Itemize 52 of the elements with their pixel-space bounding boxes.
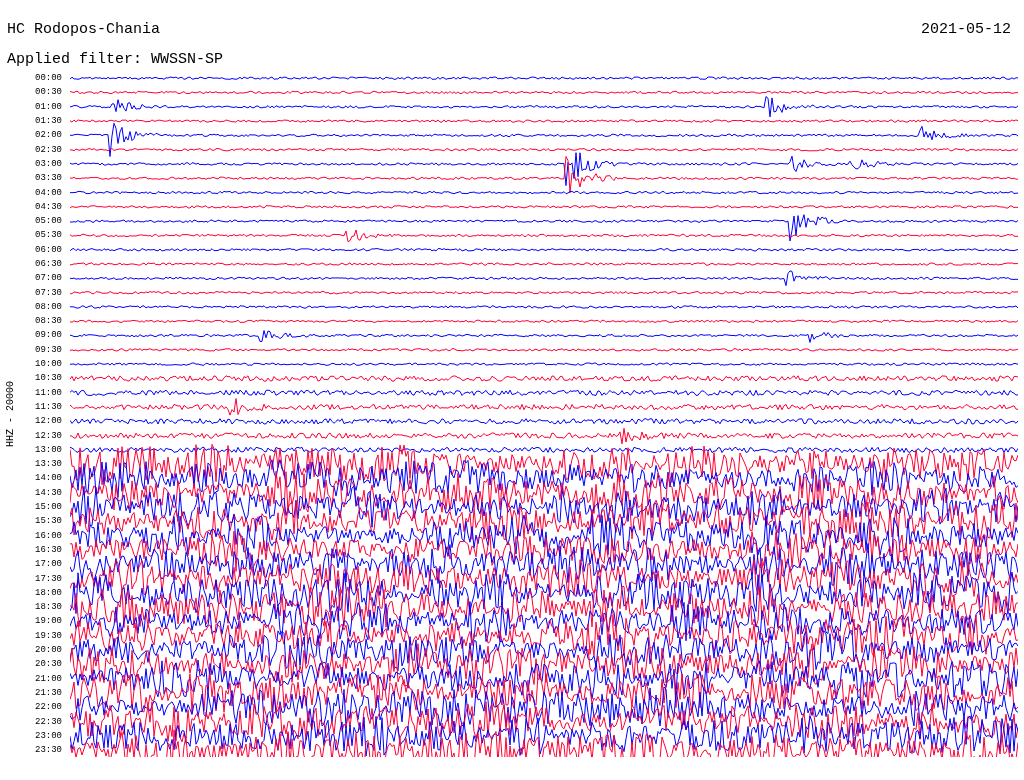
time-label: 19:00 [35, 616, 62, 627]
time-label: 12:30 [35, 430, 62, 441]
time-label: 13:30 [35, 459, 62, 470]
time-label: 04:00 [35, 187, 62, 198]
time-label: 16:00 [35, 530, 62, 541]
time-label: 23:00 [35, 730, 62, 741]
time-label: 15:30 [35, 516, 62, 527]
station-title: HC Rodopos-Chania [7, 20, 161, 40]
time-label: 18:00 [35, 587, 62, 598]
time-label: 11:00 [35, 387, 62, 398]
time-label: 06:00 [35, 244, 62, 255]
time-label: 10:30 [35, 373, 62, 384]
time-label: 23:30 [35, 745, 62, 756]
time-label: 00:00 [35, 73, 62, 84]
time-label: 01:30 [35, 116, 62, 127]
time-label: 14:00 [35, 473, 62, 484]
time-label: 08:00 [35, 301, 62, 312]
time-label: 02:30 [35, 144, 62, 155]
time-label: 22:00 [35, 702, 62, 713]
time-label: 02:00 [35, 130, 62, 141]
time-label: 21:00 [35, 673, 62, 684]
time-label: 08:30 [35, 316, 62, 327]
time-label: 18:30 [35, 602, 62, 613]
time-label: 07:00 [35, 273, 62, 284]
time-label: 17:00 [35, 559, 62, 570]
time-label: 05:00 [35, 216, 62, 227]
time-label: 09:00 [35, 330, 62, 341]
filter-label: Applied filter: WWSSN-SP [7, 51, 224, 68]
time-label: 20:30 [35, 659, 62, 670]
time-label: 03:30 [35, 173, 62, 184]
time-label: 10:00 [35, 359, 62, 370]
time-label: 13:00 [35, 444, 62, 455]
time-label: 22:30 [35, 716, 62, 727]
time-label: 15:00 [35, 502, 62, 513]
time-label: 11:30 [35, 401, 62, 412]
time-label: 03:00 [35, 158, 62, 169]
time-label: 00:30 [35, 87, 62, 98]
time-label: 04:30 [35, 201, 62, 212]
time-label: 01:00 [35, 101, 62, 112]
time-label: 17:30 [35, 573, 62, 584]
time-label: 07:30 [35, 287, 62, 298]
time-label: 06:30 [35, 259, 62, 269]
date-label: 2021-05-12 [921, 20, 1011, 40]
time-label: 19:30 [35, 630, 62, 641]
time-label: 16:30 [35, 544, 62, 555]
time-label: 12:00 [35, 416, 62, 427]
time-label: 21:30 [35, 687, 62, 698]
time-label: 05:30 [35, 230, 62, 241]
time-label: 09:30 [35, 344, 62, 355]
channel-label: HHZ - 20000 [3, 381, 17, 448]
time-label: 14:30 [35, 487, 62, 498]
time-label: 20:00 [35, 645, 62, 655]
